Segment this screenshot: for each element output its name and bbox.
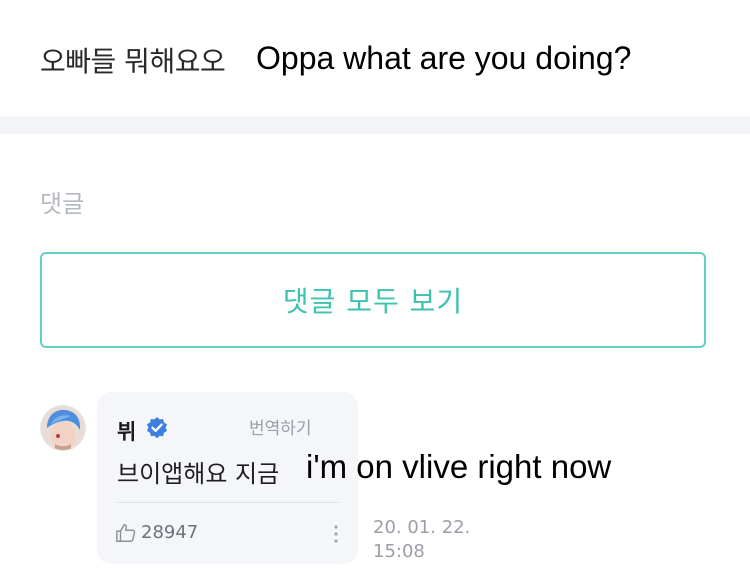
- timestamp-date: 20. 01. 22.: [373, 517, 471, 538]
- view-all-comments-label: 댓글 모두 보기: [282, 285, 464, 318]
- timestamp-time: 15:08: [373, 541, 425, 562]
- comments-section-label: 댓글: [40, 190, 85, 218]
- post-translation: Oppa what are you doing?: [256, 40, 632, 76]
- thumbs-up-icon[interactable]: [115, 522, 137, 544]
- avatar[interactable]: [40, 405, 86, 451]
- avatar-image: [41, 406, 85, 450]
- post-text: 오빠들 뭐해요오: [40, 45, 226, 78]
- like-count: 28947: [141, 522, 199, 543]
- comment-timestamp: 20. 01. 22. 15:08: [373, 516, 493, 564]
- comment-text: 브이앱해요 지금: [117, 460, 280, 488]
- verified-badge-icon: [147, 417, 167, 439]
- translate-link[interactable]: 번역하기: [249, 414, 312, 439]
- bubble-divider: [117, 502, 339, 503]
- comment-author[interactable]: 뷔: [117, 416, 136, 446]
- section-divider: [0, 116, 750, 134]
- more-options-icon[interactable]: [333, 524, 339, 544]
- comment-translation: i'm on vlive right now: [306, 448, 612, 485]
- view-all-comments-button[interactable]: 댓글 모두 보기: [40, 252, 706, 348]
